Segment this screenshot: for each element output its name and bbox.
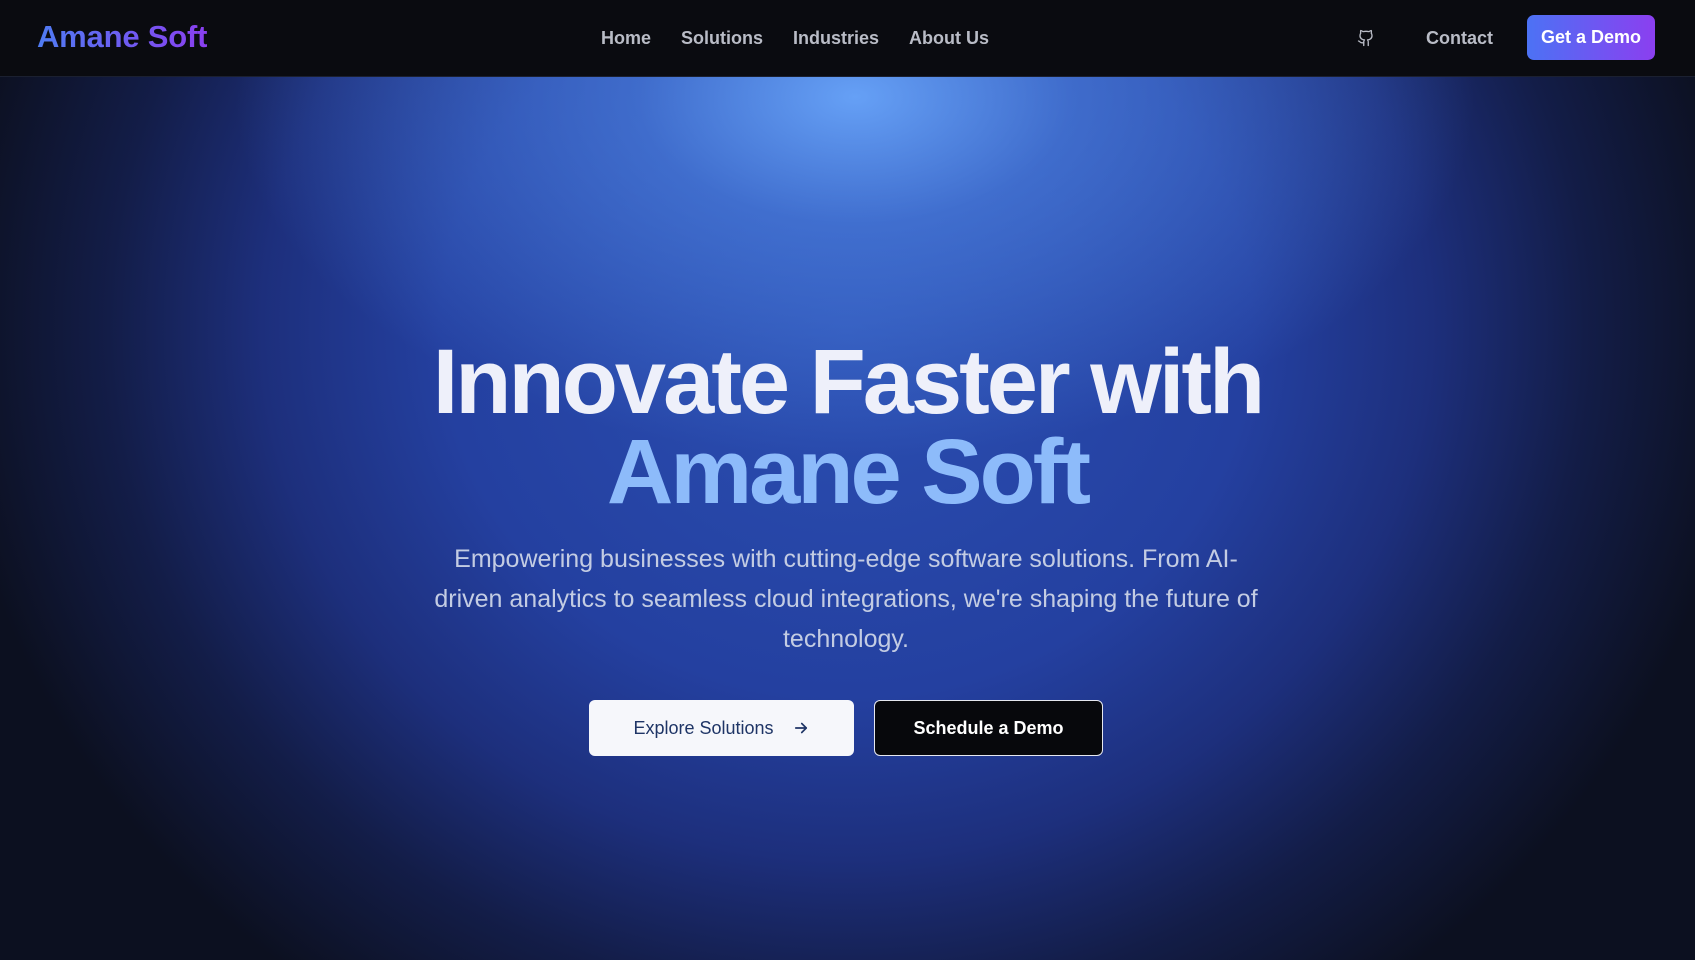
get-a-demo-button[interactable]: Get a Demo	[1527, 15, 1655, 60]
nav-solutions[interactable]: Solutions	[681, 26, 763, 50]
schedule-demo-button[interactable]: Schedule a Demo	[874, 700, 1103, 756]
hero-headline-brand: Amane Soft	[606, 421, 1091, 523]
hero-subtitle: Empowering businesses with cutting-edge …	[434, 545, 1258, 653]
nav-industries[interactable]: Industries	[793, 26, 879, 50]
explore-solutions-button[interactable]: Explore Solutions	[589, 700, 854, 756]
arrow-right-icon	[792, 719, 810, 737]
nav-contact[interactable]: Contact	[1426, 26, 1493, 50]
hero-section: Innovate Faster with Amane Soft Empoweri…	[0, 77, 1695, 960]
nav-home[interactable]: Home	[601, 26, 651, 50]
github-icon[interactable]	[1352, 24, 1380, 52]
brand-logo[interactable]: Amane Soft	[37, 18, 207, 56]
explore-solutions-label: Explore Solutions	[633, 717, 774, 738]
top-navbar: Amane Soft Home Solutions Industries Abo…	[0, 0, 1695, 77]
hero-headline-line1: Innovate Faster with	[432, 331, 1266, 433]
nav-about-us[interactable]: About Us	[909, 26, 989, 50]
main-nav: Home Solutions Industries About Us	[601, 26, 989, 50]
